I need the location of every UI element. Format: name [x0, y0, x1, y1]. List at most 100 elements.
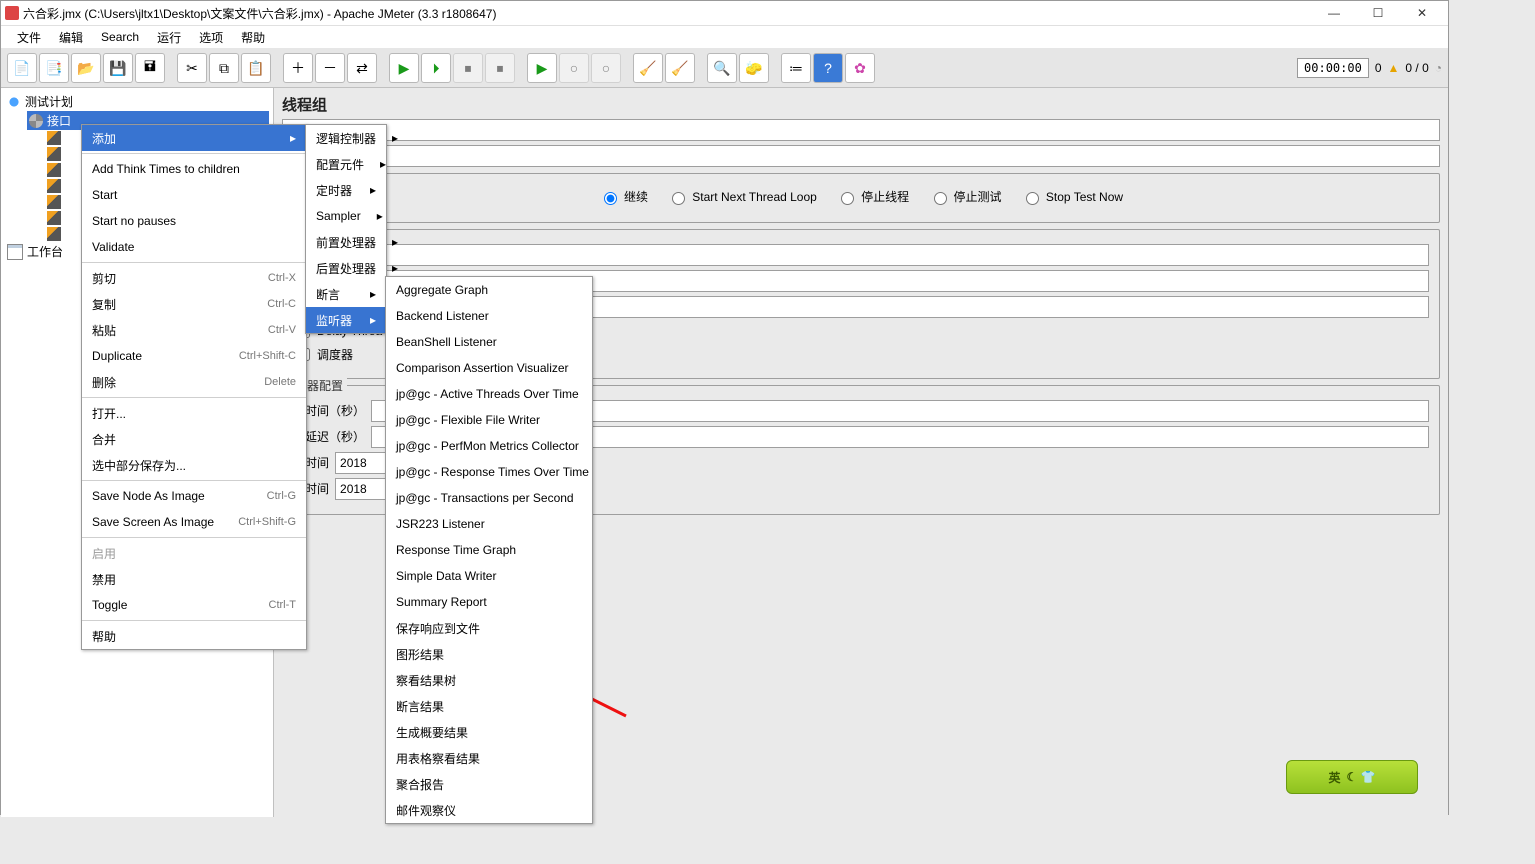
listener-item[interactable]: jp@gc - Active Threads Over Time [386, 381, 592, 407]
name-field[interactable] [282, 119, 1440, 141]
stop-icon[interactable]: ⏹ [453, 53, 483, 83]
menu-validate[interactable]: Validate [82, 234, 306, 260]
menu-edit[interactable]: 编辑 [51, 27, 91, 48]
listener-item[interactable]: jp@gc - PerfMon Metrics Collector [386, 433, 592, 459]
listener-item[interactable]: 图形结果 [386, 641, 592, 667]
plugin-icon[interactable]: ✿ [845, 53, 875, 83]
menu-start[interactable]: Start [82, 182, 306, 208]
menu-merge[interactable]: 合并 [82, 426, 306, 452]
help-icon[interactable]: ? [813, 53, 843, 83]
submenu-assertion[interactable]: 断言▸ [306, 281, 386, 307]
ime-indicator[interactable]: 英☾ 👕 [1286, 760, 1418, 794]
menu-cut[interactable]: 剪切Ctrl-X [82, 265, 306, 291]
listener-item[interactable]: JSR223 Listener [386, 511, 592, 537]
menu-save-selection[interactable]: 选中部分保存为... [82, 452, 306, 478]
listener-item[interactable]: Comparison Assertion Visualizer [386, 355, 592, 381]
titlebar: 六合彩.jmx (C:\Users\jltx1\Desktop\文案文件\六合彩… [1, 1, 1448, 26]
menu-options[interactable]: 选项 [191, 27, 231, 48]
menu-delete[interactable]: 删除Delete [82, 369, 306, 395]
paste-icon[interactable]: 📋 [241, 53, 271, 83]
clear-all-icon[interactable]: 🧹 [665, 53, 695, 83]
page-title: 线程组 [282, 94, 1440, 115]
run-icon[interactable]: ▶ [389, 53, 419, 83]
context-menu-listener: Aggregate GraphBackend ListenerBeanShell… [385, 276, 593, 824]
menu-start-no-pauses[interactable]: Start no pauses [82, 208, 306, 234]
listener-item[interactable]: Backend Listener [386, 303, 592, 329]
open-icon[interactable]: 📂 [71, 53, 101, 83]
submenu-postprocessor[interactable]: 后置处理器▸ [306, 255, 386, 281]
save-as-icon[interactable]: 🖬 [135, 53, 165, 83]
app-icon [5, 6, 19, 20]
cut-icon[interactable]: ✂ [177, 53, 207, 83]
listener-item[interactable]: 断言结果 [386, 693, 592, 719]
radio-next-loop[interactable]: Start Next Thread Loop [667, 189, 817, 205]
toggle-icon[interactable]: ⇄ [347, 53, 377, 83]
function-helper-icon[interactable]: ≔ [781, 53, 811, 83]
radio-stop-now[interactable]: Stop Test Now [1021, 189, 1123, 205]
listener-item[interactable]: jp@gc - Flexible File Writer [386, 407, 592, 433]
comments-field[interactable] [282, 145, 1440, 167]
submenu-config[interactable]: 配置元件▸ [306, 151, 386, 177]
templates-icon[interactable]: 📑 [39, 53, 69, 83]
listener-item[interactable]: 察看结果树 [386, 667, 592, 693]
clear-icon[interactable]: 🧹 [633, 53, 663, 83]
tree-test-plan[interactable]: 测试计划 [7, 92, 269, 111]
new-icon[interactable]: 📄 [7, 53, 37, 83]
warning-count: 0 [1375, 61, 1382, 75]
menu-save-screen-image[interactable]: Save Screen As ImageCtrl+Shift-G [82, 509, 306, 535]
threads-field[interactable] [293, 244, 1429, 266]
listener-item[interactable]: Summary Report [386, 589, 592, 615]
minimize-button[interactable]: — [1312, 1, 1356, 25]
menu-open[interactable]: 打开... [82, 400, 306, 426]
expand-icon[interactable]: ＋ [283, 53, 313, 83]
run-notimers-icon[interactable]: ⏵ [421, 53, 451, 83]
menu-help[interactable]: 帮助 [233, 27, 273, 48]
remote-start-icon[interactable]: ▶ [527, 53, 557, 83]
collapse-icon[interactable]: － [315, 53, 345, 83]
menu-toggle[interactable]: ToggleCtrl-T [82, 592, 306, 618]
menu-help-item[interactable]: 帮助 [82, 623, 306, 649]
menu-paste[interactable]: 粘贴Ctrl-V [82, 317, 306, 343]
shutdown-icon[interactable]: ⏹ [485, 53, 515, 83]
maximize-button[interactable]: ☐ [1356, 1, 1400, 25]
submenu-preprocessor[interactable]: 前置处理器▸ [306, 229, 386, 255]
remote-stop-icon[interactable]: ○ [559, 53, 589, 83]
submenu-logic[interactable]: 逻辑控制器▸ [306, 125, 386, 151]
listener-item[interactable]: jp@gc - Transactions per Second [386, 485, 592, 511]
menu-save-node-image[interactable]: Save Node As ImageCtrl-G [82, 483, 306, 509]
listener-item[interactable]: Response Time Graph [386, 537, 592, 563]
listener-item[interactable]: Aggregate Graph [386, 277, 592, 303]
submenu-sampler[interactable]: Sampler▸ [306, 203, 386, 229]
menu-file[interactable]: 文件 [9, 27, 49, 48]
listener-item[interactable]: 保存响应到文件 [386, 615, 592, 641]
thread-count: 0 / 0 [1405, 61, 1428, 75]
menu-duplicate[interactable]: DuplicateCtrl+Shift-C [82, 343, 306, 369]
menu-disable[interactable]: 禁用 [82, 566, 306, 592]
submenu-listener[interactable]: 监听器▸ [306, 307, 386, 333]
menu-run[interactable]: 运行 [149, 27, 189, 48]
listener-item[interactable]: BeanShell Listener [386, 329, 592, 355]
listener-item[interactable]: 聚合报告 [386, 771, 592, 797]
listener-item[interactable]: Simple Data Writer [386, 563, 592, 589]
listener-item[interactable]: jp@gc - Response Times Over Time [386, 459, 592, 485]
listener-item[interactable]: 用表格察看结果 [386, 745, 592, 771]
close-button[interactable]: ✕ [1400, 1, 1444, 25]
save-icon[interactable]: 💾 [103, 53, 133, 83]
radio-stop-test[interactable]: 停止测试 [929, 188, 1002, 205]
warning-icon: ▲ [1388, 61, 1400, 75]
radio-stop-thread[interactable]: 停止线程 [836, 188, 909, 205]
window-title: 六合彩.jmx (C:\Users\jltx1\Desktop\文案文件\六合彩… [23, 5, 1312, 22]
menu-copy[interactable]: 复制Ctrl-C [82, 291, 306, 317]
radio-continue[interactable]: 继续 [599, 188, 648, 205]
listener-item[interactable]: 生成概要结果 [386, 719, 592, 745]
menu-thinktimes[interactable]: Add Think Times to children [82, 156, 306, 182]
search-icon[interactable]: 🔍 [707, 53, 737, 83]
menu-add[interactable]: 添加▸ [82, 125, 306, 151]
menu-enable[interactable]: 启用 [82, 540, 306, 566]
menu-search[interactable]: Search [93, 28, 147, 46]
remote-shutdown-icon[interactable]: ○ [591, 53, 621, 83]
submenu-timer[interactable]: 定时器▸ [306, 177, 386, 203]
listener-item[interactable]: 邮件观察仪 [386, 797, 592, 823]
reset-search-icon[interactable]: 🧽 [739, 53, 769, 83]
copy-icon[interactable]: ⧉ [209, 53, 239, 83]
